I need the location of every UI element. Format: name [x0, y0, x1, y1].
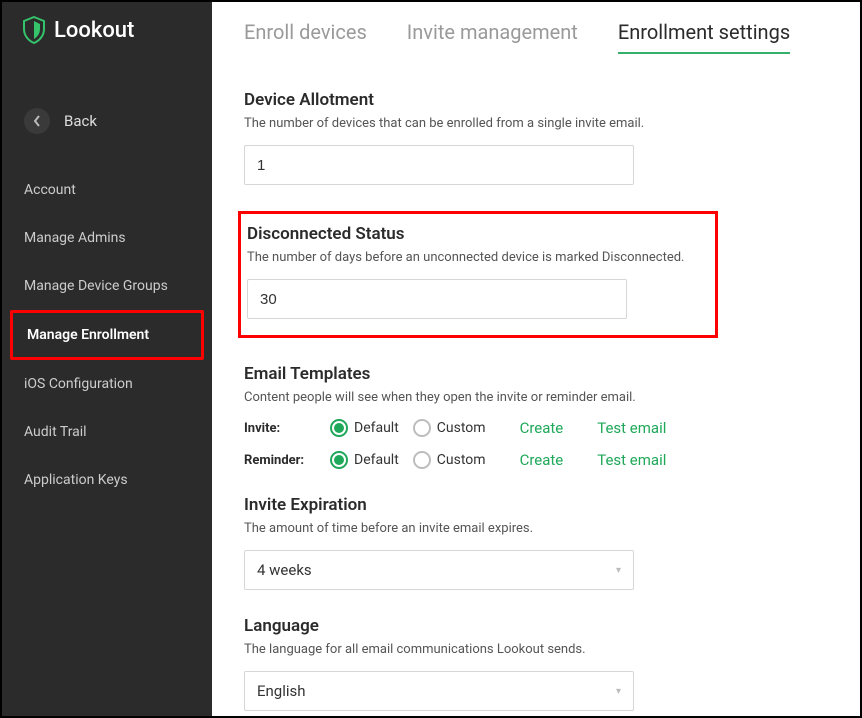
language-select[interactable]: English ▾: [244, 671, 634, 711]
section-disconnected-status: Disconnected Status The number of days b…: [244, 211, 824, 338]
main-content: Enroll devices Invite management Enrollm…: [212, 2, 860, 716]
radio-label: Custom: [437, 420, 486, 436]
section-device-allotment: Device Allotment The number of devices t…: [244, 90, 824, 185]
radio-icon: [413, 451, 431, 469]
chevron-down-icon: ▾: [616, 686, 621, 697]
invite-expiration-desc: The amount of time before an invite emai…: [244, 521, 824, 536]
language-desc: The language for all email communication…: [244, 642, 824, 657]
invite-expiration-value: 4 weeks: [257, 561, 312, 579]
reminder-row: Reminder: Default Custom Create Test ema…: [244, 451, 824, 469]
reminder-row-label: Reminder:: [244, 453, 316, 468]
radio-label: Default: [354, 420, 399, 436]
tabs: Enroll devices Invite management Enrollm…: [244, 20, 824, 54]
sidebar-item-account[interactable]: Account: [2, 166, 212, 214]
disconnected-highlight: Disconnected Status The number of days b…: [238, 211, 718, 338]
invite-row: Invite: Default Custom Create Test email: [244, 419, 824, 437]
reminder-test-link[interactable]: Test email: [597, 451, 666, 469]
brand-logo: Lookout: [2, 2, 212, 58]
chevron-left-icon: [24, 108, 50, 134]
sidebar-item-manage-enrollment[interactable]: Manage Enrollment: [13, 313, 201, 357]
invite-expiration-select[interactable]: 4 weeks ▾: [244, 550, 634, 590]
back-label: Back: [64, 112, 97, 130]
tab-enrollment-settings[interactable]: Enrollment settings: [618, 20, 790, 54]
email-templates-title: Email Templates: [244, 364, 824, 384]
language-title: Language: [244, 616, 824, 636]
sidebar-item-manage-admins[interactable]: Manage Admins: [2, 214, 212, 262]
email-templates-desc: Content people will see when they open t…: [244, 390, 824, 405]
disconnected-input[interactable]: [247, 279, 627, 319]
sidebar-item-manage-device-groups[interactable]: Manage Device Groups: [2, 262, 212, 310]
section-invite-expiration: Invite Expiration The amount of time bef…: [244, 495, 824, 590]
radio-icon: [330, 419, 348, 437]
sidebar: Lookout Back Account Manage Admins Manag…: [2, 2, 212, 716]
tab-enroll-devices[interactable]: Enroll devices: [244, 20, 367, 54]
disconnected-desc: The number of days before an unconnected…: [247, 250, 701, 265]
device-allotment-desc: The number of devices that can be enroll…: [244, 116, 824, 131]
sidebar-item-audit-trail[interactable]: Audit Trail: [2, 408, 212, 456]
radio-label: Custom: [437, 452, 486, 468]
section-email-templates: Email Templates Content people will see …: [244, 364, 824, 469]
invite-custom-radio[interactable]: Custom: [413, 419, 486, 437]
sidebar-item-application-keys[interactable]: Application Keys: [2, 456, 212, 504]
reminder-create-link[interactable]: Create: [520, 451, 564, 469]
sidebar-item-ios-configuration[interactable]: iOS Configuration: [2, 360, 212, 408]
section-language: Language The language for all email comm…: [244, 616, 824, 711]
shield-icon: [22, 16, 46, 44]
sidebar-highlight: Manage Enrollment: [10, 310, 204, 360]
chevron-down-icon: ▾: [616, 565, 621, 576]
reminder-custom-radio[interactable]: Custom: [413, 451, 486, 469]
tab-invite-management[interactable]: Invite management: [407, 20, 578, 54]
brand-name: Lookout: [54, 18, 134, 43]
sidebar-nav: Account Manage Admins Manage Device Grou…: [2, 166, 212, 504]
invite-test-link[interactable]: Test email: [597, 419, 666, 437]
invite-expiration-title: Invite Expiration: [244, 495, 824, 515]
reminder-default-radio[interactable]: Default: [330, 451, 399, 469]
back-button[interactable]: Back: [2, 90, 212, 152]
device-allotment-title: Device Allotment: [244, 90, 824, 110]
device-allotment-input[interactable]: [244, 145, 634, 185]
disconnected-title: Disconnected Status: [247, 224, 701, 244]
language-value: English: [257, 682, 306, 700]
radio-icon: [330, 451, 348, 469]
invite-default-radio[interactable]: Default: [330, 419, 399, 437]
invite-row-label: Invite:: [244, 421, 316, 436]
radio-label: Default: [354, 452, 399, 468]
radio-icon: [413, 419, 431, 437]
invite-create-link[interactable]: Create: [520, 419, 564, 437]
